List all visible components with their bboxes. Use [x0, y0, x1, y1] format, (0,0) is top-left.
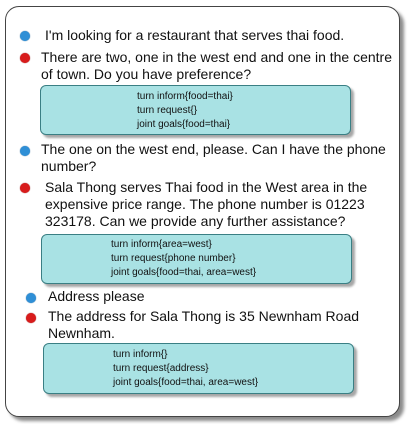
utterance-line: Newnham. — [48, 325, 115, 341]
system-utterance: The address for Sala Thong is 35 Newnham… — [48, 308, 359, 342]
dialogue-state-box: turn inform{area=west} turn request{phon… — [41, 234, 352, 284]
utterance-line: The address for Sala Thong is 35 Newnham… — [48, 308, 360, 324]
user-speaker-icon — [20, 146, 30, 156]
utterance-line: expensive price range. The phone number … — [45, 196, 365, 212]
joint-goals: joint goals{food=thai} — [137, 119, 231, 130]
utterance-line: Sala Thong serves Thai food in the West … — [45, 179, 368, 195]
utterance-line: I'm looking for a restaurant that serves… — [45, 27, 345, 43]
turn-inform: turn inform{area=west} — [111, 239, 212, 250]
user-speaker-icon — [20, 31, 30, 41]
system-speaker-icon — [20, 53, 30, 63]
utterance-line: There are two, one in the west end and o… — [41, 49, 393, 65]
utterance-line: The one on the west end, please. Can I h… — [41, 141, 386, 157]
dialogue-state-box: turn inform{food=thai} turn request{} jo… — [40, 85, 351, 135]
dialogue-state-box: turn inform{} turn request{address} join… — [43, 343, 354, 394]
user-speaker-icon — [26, 293, 36, 303]
system-utterance: There are two, one in the west end and o… — [41, 49, 392, 83]
user-utterance: The one on the west end, please. Can I h… — [41, 141, 386, 175]
turn-request: turn request{phone number} — [111, 253, 236, 264]
system-speaker-icon — [26, 313, 36, 323]
joint-goals: joint goals{food=thai, area=west} — [113, 377, 259, 388]
system-utterance: Sala Thong serves Thai food in the West … — [45, 179, 367, 230]
turn-request: turn request{} — [137, 105, 198, 116]
utterance-line: 323178. Can we provide any further assis… — [45, 213, 346, 229]
turn-inform: turn inform{food=thai} — [137, 91, 233, 102]
joint-goals: joint goals{food=thai, area=west} — [111, 267, 257, 278]
system-speaker-icon — [20, 183, 30, 193]
utterance-line: number? — [41, 158, 97, 174]
turn-request: turn request{address} — [113, 363, 209, 374]
user-utterance: Address please — [48, 288, 145, 305]
utterance-line: Address please — [48, 288, 145, 304]
utterance-line: of town. Do you have preference? — [41, 66, 252, 82]
user-utterance: I'm looking for a restaurant that serves… — [45, 27, 344, 44]
turn-inform: turn inform{} — [113, 349, 168, 360]
